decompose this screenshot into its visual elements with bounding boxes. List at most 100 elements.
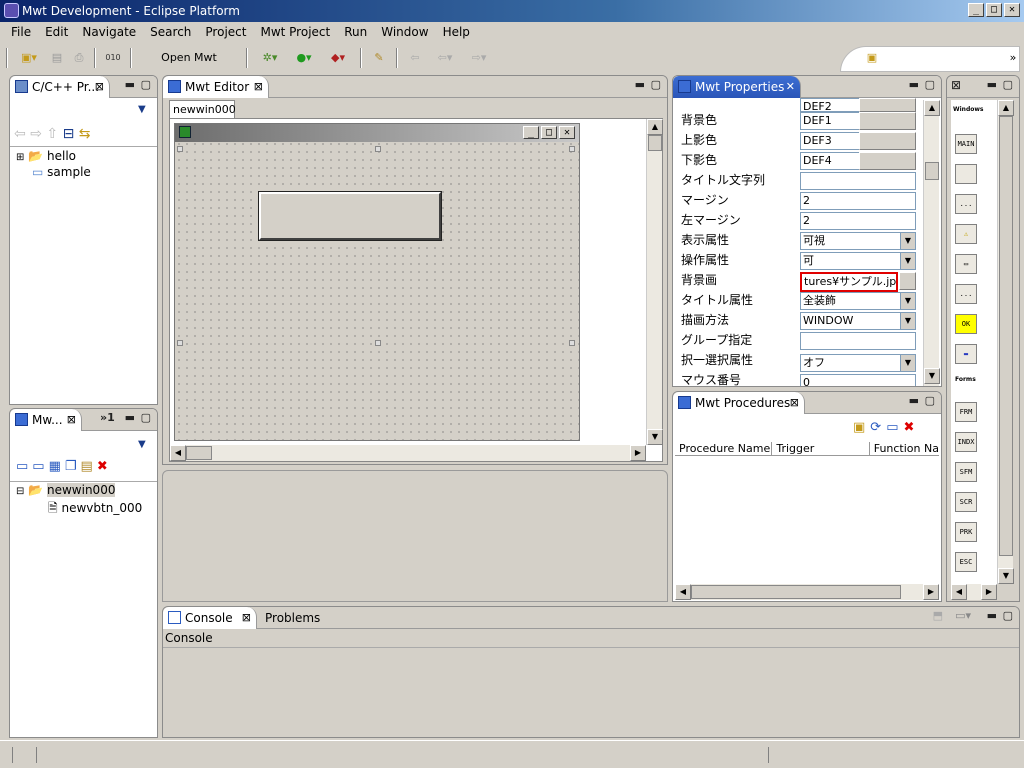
property-value[interactable]: DEF1 [800, 112, 860, 130]
minimize-view-icon[interactable]: ▬ [635, 78, 645, 91]
tree-item-sample[interactable]: ▭ sample [16, 165, 91, 181]
minimize-view-icon[interactable]: ▬ [125, 411, 135, 424]
maximize-view-icon[interactable]: ▢ [141, 411, 151, 424]
scroll-up-icon[interactable]: ▲ [998, 100, 1014, 116]
minimize-button[interactable]: _ [968, 3, 984, 17]
property-value[interactable]: 0 [800, 374, 916, 386]
window2-icon[interactable]: ▭ [32, 459, 48, 474]
tab-mwt-procedures[interactable]: Mwt Procedures ⊠ [673, 392, 805, 414]
resize-handle[interactable] [375, 340, 381, 346]
palette-item-sfm[interactable]: SFM [955, 462, 977, 482]
maximize-view-icon[interactable]: ▢ [1003, 609, 1013, 622]
view-menu-icon[interactable]: ▼ [138, 439, 146, 450]
palette-item[interactable]: ... [955, 284, 977, 304]
scroll-up-icon[interactable]: ▲ [924, 100, 940, 116]
color-picker-button[interactable] [859, 152, 916, 170]
save-icon[interactable]: ▤ [48, 47, 66, 69]
close-tab-icon[interactable]: ✕ [786, 76, 795, 98]
palette-item-main[interactable]: MAIN [955, 134, 977, 154]
overflow-tabs[interactable]: »1 [100, 411, 115, 424]
menu-mwt-project[interactable]: Mwt Project [253, 23, 337, 41]
dropdown-arrow-icon[interactable]: ▼ [900, 293, 915, 309]
tree-item-newwin000[interactable]: ⊟ 📂 newwin000 [16, 483, 142, 499]
run-icon[interactable]: ●▾ [290, 47, 318, 69]
property-value[interactable]: 2 [800, 212, 916, 230]
print-icon[interactable]: ⎙ [70, 47, 88, 69]
scroll-left-icon[interactable]: ◀ [170, 445, 186, 461]
palette-item[interactable]: ... [955, 194, 977, 214]
scroll-left-icon[interactable]: ◀ [951, 584, 967, 600]
menu-help[interactable]: Help [436, 23, 477, 41]
color-picker-button[interactable] [859, 112, 916, 130]
property-value[interactable]: DEF4 [800, 152, 860, 170]
minimize-view-icon[interactable]: ▬ [909, 394, 919, 407]
palette-item[interactable]: ▬ [955, 344, 977, 364]
external-tools-icon[interactable]: ◆▾ [324, 47, 352, 69]
procedures-hscrollbar[interactable]: ◀ ▶ [675, 584, 939, 600]
close-tab-icon[interactable]: ⊠ [67, 409, 76, 431]
dropdown-arrow-icon[interactable]: ▼ [900, 253, 915, 269]
property-select[interactable]: WINDOW ▼ [800, 312, 916, 330]
new-icon[interactable]: ▣▾ [14, 47, 44, 69]
minimize-view-icon[interactable]: ▬ [125, 78, 135, 91]
property-button[interactable] [859, 98, 916, 112]
binary-icon[interactable]: 010 [102, 47, 124, 69]
property-select[interactable]: 可視 ▼ [800, 232, 916, 250]
refresh-icon[interactable]: ⟳ [870, 420, 886, 435]
column-function-name[interactable]: Function Na [870, 442, 939, 455]
dropdown-arrow-icon[interactable]: ▼ [900, 313, 915, 329]
maximize-view-icon[interactable]: ▢ [141, 78, 151, 91]
tree-item-newvbtn[interactable]: 🗎 newvbtn_000 [16, 499, 142, 515]
palette-item[interactable] [955, 164, 977, 184]
up-icon[interactable]: ⇧ [46, 126, 58, 142]
column-procedure-name[interactable]: Procedure Name [675, 442, 773, 455]
delete-icon[interactable]: ✖ [904, 420, 920, 435]
color-picker-button[interactable] [859, 132, 916, 150]
new-procedure-icon[interactable]: ▣ [853, 420, 870, 435]
window-icon[interactable]: ▭ [886, 420, 903, 435]
forward-icon[interactable]: ⇨ [30, 126, 42, 142]
back-icon[interactable]: ⇦ [14, 126, 26, 142]
property-select[interactable]: オフ ▼ [800, 354, 916, 372]
maximize-view-icon[interactable]: ▢ [1003, 78, 1013, 91]
scroll-thumb[interactable] [186, 446, 212, 460]
property-value[interactable]: DEF3 [800, 132, 860, 150]
menu-search[interactable]: Search [143, 23, 198, 41]
menu-window[interactable]: Window [374, 23, 435, 41]
open-perspective-icon[interactable]: ▣ [862, 47, 882, 69]
tab-mwt-tree[interactable]: Mw... ⊠ [10, 409, 82, 431]
resize-handle[interactable] [177, 146, 183, 152]
resize-handle[interactable] [177, 340, 183, 346]
scroll-up-icon[interactable]: ▲ [647, 119, 663, 135]
collapse-all-icon[interactable]: ⊟ [63, 126, 75, 142]
display-console-icon[interactable]: ▭▾ [955, 609, 971, 622]
maximize-view-icon[interactable]: ▢ [925, 78, 935, 91]
palette-item-scr[interactable]: SCR [955, 492, 977, 512]
palette-item[interactable]: ▭ [955, 254, 977, 274]
tab-mwt-editor[interactable]: Mwt Editor ⊠ [163, 76, 269, 98]
palette-item-indx[interactable]: INDX [955, 432, 977, 452]
menu-run[interactable]: Run [337, 23, 374, 41]
subtab-newwin000[interactable]: newwin000 [169, 100, 236, 118]
maximize-view-icon[interactable]: ▢ [925, 394, 935, 407]
design-canvas[interactable]: _ □ ✕ ▲ ▼ ◀ ▶ [169, 118, 663, 462]
scroll-down-icon[interactable]: ▼ [647, 429, 663, 445]
window-icon[interactable]: ▭ [16, 459, 32, 474]
resize-handle[interactable] [375, 146, 381, 152]
close-tab-icon[interactable]: ⊠ [254, 76, 263, 98]
tab-cpp-projects[interactable]: C/C++ Pr... ⊠ [10, 76, 110, 98]
minimize-view-icon[interactable]: ▬ [987, 609, 997, 622]
scroll-thumb[interactable] [648, 135, 662, 151]
nav-next-icon[interactable]: ⇨▾ [464, 47, 494, 69]
maximize-view-icon[interactable]: ▢ [651, 78, 661, 91]
chevron-icon[interactable]: » [1006, 47, 1020, 69]
close-button[interactable]: ✕ [1004, 3, 1020, 17]
property-value[interactable] [800, 332, 916, 350]
console-output[interactable] [165, 649, 1017, 735]
palette-item-esc[interactable]: ESC [955, 552, 977, 572]
scroll-thumb[interactable] [925, 162, 939, 180]
property-select[interactable]: 可 ▼ [800, 252, 916, 270]
debug-icon[interactable]: ✲▾ [256, 47, 284, 69]
scroll-right-icon[interactable]: ▶ [923, 584, 939, 600]
view-menu-icon[interactable]: ▼ [138, 104, 146, 115]
